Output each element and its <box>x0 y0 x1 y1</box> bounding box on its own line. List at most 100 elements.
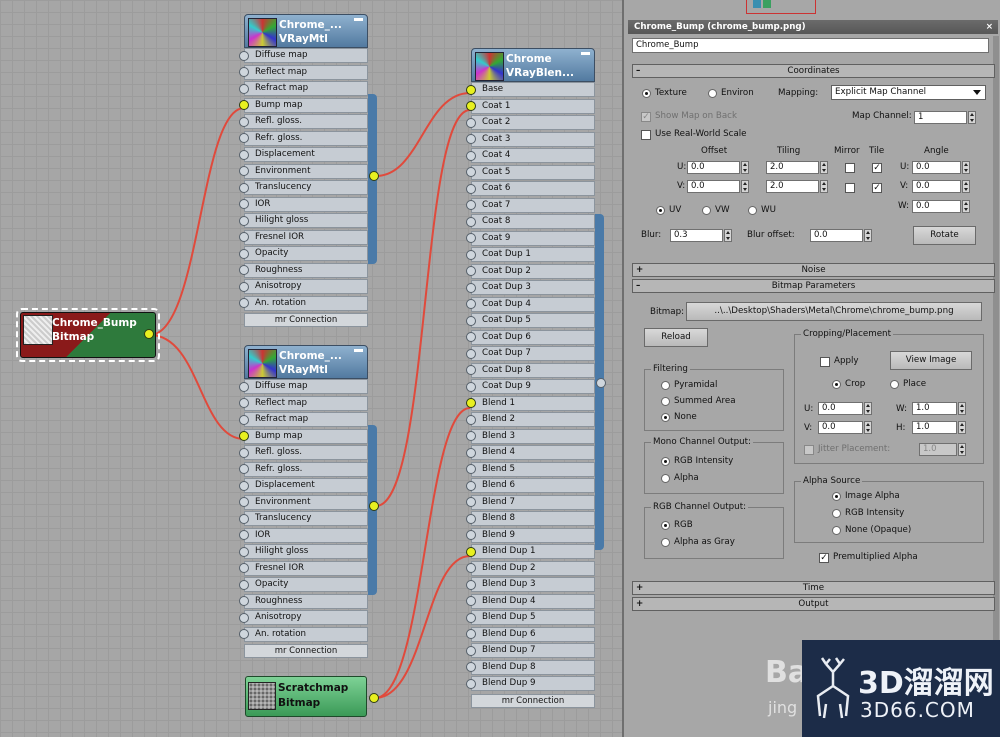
none-radio[interactable] <box>661 413 670 422</box>
tile-u-checkbox[interactable]: ✓ <box>872 163 882 173</box>
input-port[interactable] <box>239 513 249 524</box>
input-slot[interactable]: Coat 1 <box>471 98 595 114</box>
minimize-icon[interactable] <box>581 52 590 55</box>
input-port[interactable] <box>239 199 249 209</box>
input-port[interactable] <box>466 249 476 260</box>
input-port[interactable] <box>239 464 249 474</box>
input-port[interactable] <box>466 348 476 359</box>
input-slot[interactable]: Base <box>471 82 595 97</box>
minimize-icon[interactable] <box>354 349 363 352</box>
tiling-v-field[interactable]: 2.0 <box>766 180 819 193</box>
input-port[interactable] <box>466 315 476 326</box>
angle-v-spinner[interactable] <box>962 180 970 193</box>
input-slot[interactable]: Fresnel IOR <box>244 229 368 245</box>
input-slot[interactable]: Blend 1 <box>471 395 595 411</box>
close-icon[interactable]: × <box>986 20 993 34</box>
node-footer[interactable]: mr Connection <box>244 313 368 327</box>
input-port[interactable] <box>466 183 476 194</box>
tile-v-checkbox[interactable]: ✓ <box>872 183 882 193</box>
vw-radio[interactable] <box>702 206 711 215</box>
input-slot[interactable]: Blend 6 <box>471 478 595 493</box>
pyramidal-radio[interactable] <box>661 381 670 390</box>
input-port[interactable] <box>466 678 476 689</box>
input-port[interactable] <box>239 67 249 77</box>
input-slot[interactable]: Reflect map <box>244 395 368 411</box>
input-port[interactable] <box>239 116 249 127</box>
reload-button[interactable]: Reload <box>644 328 708 347</box>
input-port[interactable] <box>239 447 249 458</box>
input-slot[interactable]: Roughness <box>244 262 368 278</box>
input-port[interactable] <box>466 662 476 672</box>
map-name-field[interactable]: Chrome_Bump <box>632 38 989 53</box>
input-port[interactable] <box>239 182 249 193</box>
angle-w-field[interactable]: 0.0 <box>912 200 961 213</box>
output-port[interactable] <box>369 693 379 703</box>
input-port[interactable] <box>239 166 249 176</box>
input-slot[interactable]: Coat 8 <box>471 214 595 229</box>
wu-radio[interactable] <box>748 206 757 215</box>
angle-v-field[interactable]: 0.0 <box>912 180 961 193</box>
tiling-u-spinner[interactable] <box>820 161 828 174</box>
blur-spinner[interactable] <box>724 229 732 242</box>
input-slot[interactable]: Coat Dup 3 <box>471 280 595 295</box>
input-port[interactable] <box>466 480 476 491</box>
input-port[interactable] <box>239 83 249 94</box>
input-slot[interactable]: Coat Dup 9 <box>471 379 595 394</box>
input-slot[interactable]: Refl. gloss. <box>244 445 368 460</box>
input-port[interactable] <box>466 579 476 590</box>
input-slot[interactable]: Blend Dup 8 <box>471 659 595 675</box>
input-slot[interactable]: Diffuse map <box>244 48 368 63</box>
input-slot[interactable]: Bump map <box>244 428 368 444</box>
input-port[interactable] <box>239 431 249 441</box>
slate-node-graph[interactable]: Chrome_Bump Bitmap Chrome_... VRayMtl Diff… <box>0 0 622 737</box>
input-slot[interactable]: Diffuse map <box>244 379 368 394</box>
input-port[interactable] <box>466 365 476 375</box>
input-slot[interactable]: Coat Dup 7 <box>471 346 595 361</box>
input-port[interactable] <box>466 84 476 95</box>
map-channel-field[interactable]: 1 <box>914 111 967 124</box>
nav-preview[interactable] <box>746 0 816 14</box>
input-port[interactable] <box>466 216 476 227</box>
node-footer[interactable]: mr Connection <box>471 693 595 708</box>
input-slot[interactable]: Environment <box>244 494 368 510</box>
input-port[interactable] <box>239 281 249 292</box>
input-port[interactable] <box>466 299 476 309</box>
input-slot[interactable]: Blend Dup 4 <box>471 593 595 609</box>
input-slot[interactable]: IOR <box>244 196 368 212</box>
input-port[interactable] <box>466 629 476 639</box>
input-port[interactable] <box>466 150 476 161</box>
input-port[interactable] <box>466 398 476 408</box>
alpha-as-gray-radio[interactable] <box>661 538 670 547</box>
input-port[interactable] <box>466 530 476 540</box>
premultiplied-checkbox[interactable]: ✓ <box>819 553 829 563</box>
coordinates-rollout-header[interactable]: – Coordinates <box>632 64 995 78</box>
input-port[interactable] <box>466 645 476 656</box>
show-map-on-back-checkbox[interactable]: ✓ <box>641 112 651 122</box>
input-port[interactable] <box>239 596 249 606</box>
input-slot[interactable]: Coat 2 <box>471 115 595 130</box>
jitter-spinner[interactable] <box>958 443 966 456</box>
input-slot[interactable]: An. rotation <box>244 295 368 311</box>
input-slot[interactable]: Blend 4 <box>471 445 595 460</box>
input-slot[interactable]: An. rotation <box>244 626 368 642</box>
input-port[interactable] <box>466 563 476 573</box>
crop-v-field[interactable]: 0.0 <box>818 421 863 434</box>
offset-u-spinner[interactable] <box>741 161 749 174</box>
input-port[interactable] <box>466 546 476 557</box>
input-slot[interactable]: Blend 9 <box>471 527 595 543</box>
tiling-u-field[interactable]: 2.0 <box>766 161 819 174</box>
input-slot[interactable]: Coat 9 <box>471 230 595 246</box>
input-slot[interactable]: Blend Dup 2 <box>471 560 595 576</box>
input-port[interactable] <box>466 167 476 177</box>
bitmap-path-button[interactable]: ..\..\Desktop\Shaders\Metal\Chrome\chrom… <box>686 302 982 321</box>
input-slot[interactable]: Anisotropy <box>244 279 368 294</box>
mirror-v-checkbox[interactable] <box>845 183 855 193</box>
input-slot[interactable]: Refr. gloss. <box>244 461 368 477</box>
output-port[interactable] <box>369 171 379 181</box>
input-slot[interactable]: Translucency <box>244 180 368 195</box>
input-slot[interactable]: Refract map <box>244 412 368 427</box>
crop-h-field[interactable]: 1.0 <box>912 421 957 434</box>
input-port[interactable] <box>239 50 249 61</box>
none-opaque-radio[interactable] <box>832 526 841 535</box>
input-slot[interactable]: Blend Dup 1 <box>471 544 595 559</box>
